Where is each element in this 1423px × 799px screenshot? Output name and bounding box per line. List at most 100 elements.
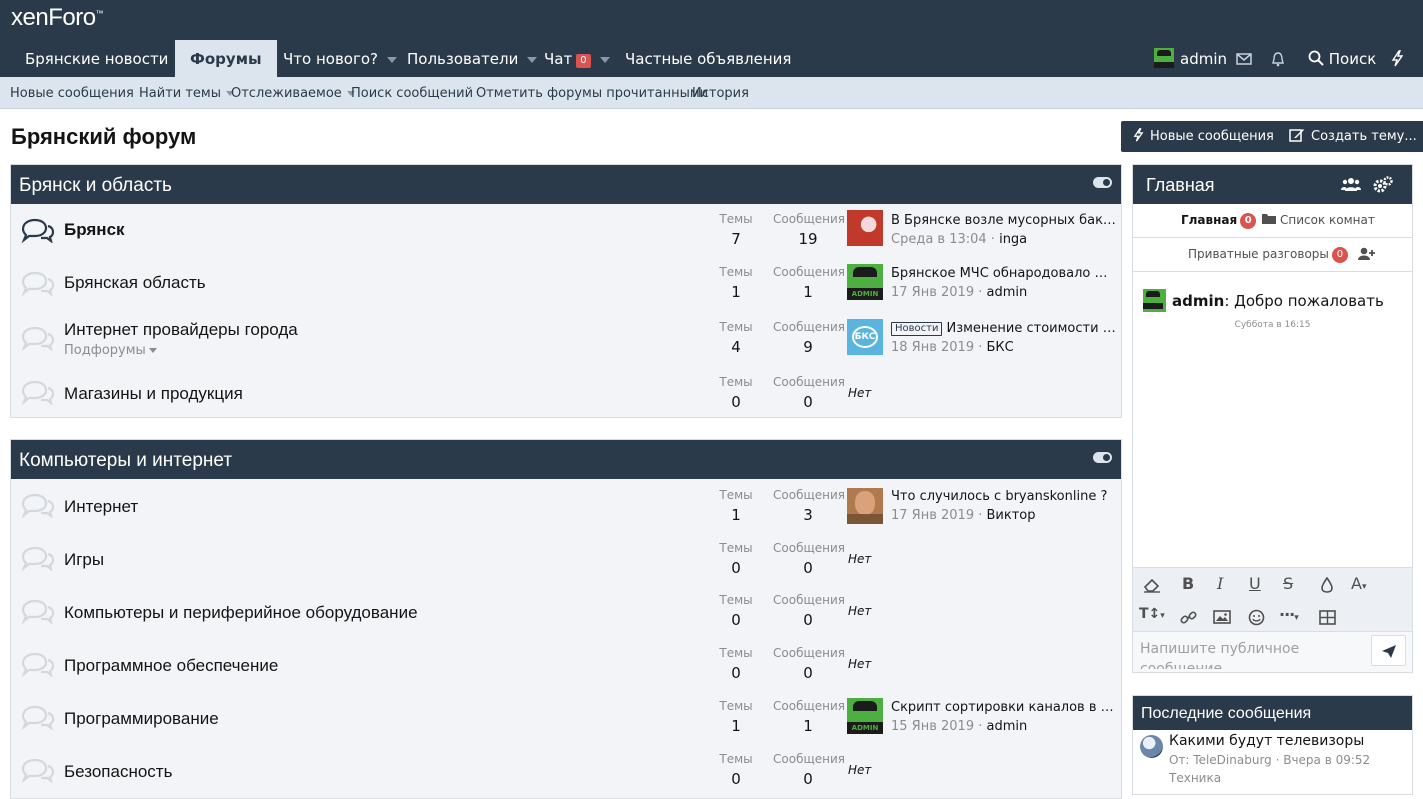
last-post-user[interactable]: inga: [999, 232, 1027, 247]
latest-post-forum[interactable]: Техника: [1169, 771, 1221, 785]
eraser-icon[interactable]: [1143, 577, 1161, 593]
collapse-toggle[interactable]: [1093, 177, 1112, 188]
table-icon[interactable]: [1319, 610, 1336, 625]
forum-title[interactable]: Магазины и продукция: [64, 384, 243, 404]
messages-count: 3: [803, 506, 813, 524]
last-post-title[interactable]: Скрипт сортировки каналов в авто...: [891, 700, 1117, 715]
chevron-down-icon[interactable]: [599, 56, 610, 63]
last-post-user[interactable]: admin: [987, 285, 1028, 300]
latest-post-title[interactable]: Какими будут телевизоры: [1169, 733, 1364, 749]
last-post-title[interactable]: Брянское МЧС обнародовало мест...: [891, 266, 1117, 281]
forum-read-icon: [21, 652, 55, 677]
more-options-icon[interactable]: ···▾: [1279, 605, 1299, 624]
thread-prefix[interactable]: Новости: [891, 322, 943, 336]
tab-main[interactable]: Главная 0: [1181, 213, 1257, 229]
settings-icon[interactable]: [1373, 176, 1393, 193]
search-button[interactable]: Поиск: [1308, 40, 1376, 77]
forum-node[interactable]: Магазины и продукция Темы 0 Сообщения 0 …: [11, 366, 1121, 419]
avatar[interactable]: [847, 488, 883, 524]
subnav-find-threads[interactable]: Найти темы: [139, 77, 234, 110]
inbox-icon[interactable]: [1236, 40, 1252, 77]
subnav-watched[interactable]: Отслеживаемое: [231, 77, 355, 110]
new-posts-button[interactable]: Новые сообщения: [1121, 121, 1286, 152]
forum-node[interactable]: Программное обеспечение Темы 0 Сообщения…: [11, 638, 1121, 691]
avatar[interactable]: ADMIN: [847, 264, 883, 300]
font-size-icon[interactable]: A▾: [1351, 574, 1366, 593]
nav-item-whats-new[interactable]: Что нового?: [283, 40, 397, 77]
last-post-user[interactable]: admin: [987, 719, 1028, 734]
forum-title[interactable]: Компьютеры и периферийное оборудование: [64, 603, 418, 623]
forum-title[interactable]: Интернет провайдеры города: [64, 320, 298, 340]
forum-node[interactable]: Компьютеры и периферийное оборудование Т…: [11, 585, 1121, 638]
unread-badge: 0: [1331, 247, 1348, 263]
subforums-toggle[interactable]: Подфорумы: [64, 343, 157, 358]
nav-item-classifieds[interactable]: Частные объявления: [625, 40, 791, 77]
nav-item-forums[interactable]: Форумы: [175, 40, 277, 77]
forum-title[interactable]: Безопасность: [64, 762, 172, 782]
forum-node[interactable]: Программирование Темы 1 Сообщения 1 ADMI…: [11, 691, 1121, 744]
threads-label: Темы: [719, 699, 753, 713]
send-button[interactable]: [1371, 635, 1406, 666]
forum-node[interactable]: Брянск Темы 7 Сообщения 19 В Брянске воз…: [11, 204, 1121, 257]
avatar[interactable]: [1140, 735, 1163, 758]
forum-node[interactable]: Безопасность Темы 0 Сообщения 0 Нет: [11, 744, 1121, 797]
avatar[interactable]: ADMIN: [847, 698, 883, 734]
subnav-new-posts[interactable]: Новые сообщения: [10, 77, 134, 110]
avatar[interactable]: БКС: [847, 319, 883, 355]
last-post-title[interactable]: Что случилось с bryanskonline ?: [891, 489, 1117, 504]
last-post-user[interactable]: БКС: [987, 340, 1014, 355]
forum-node[interactable]: Интернет Темы 1 Сообщения 3 Что случилос…: [11, 479, 1121, 532]
chevron-down-icon[interactable]: [387, 56, 397, 63]
bold-icon[interactable]: B: [1182, 574, 1194, 593]
link-icon[interactable]: [1180, 609, 1197, 626]
last-post-date[interactable]: Среда в 13:04: [891, 232, 987, 247]
forum-title[interactable]: Интернет: [64, 497, 138, 517]
last-post-title[interactable]: НовостиИзменение стоимости услу...: [891, 321, 1117, 336]
last-post-date[interactable]: 18 Янв 2019: [891, 340, 974, 355]
forum-title[interactable]: Игры: [64, 550, 104, 570]
users-icon[interactable]: [1341, 177, 1361, 192]
forum-title[interactable]: Брянская область: [64, 273, 206, 293]
forum-title[interactable]: Брянск: [64, 220, 125, 240]
bell-icon[interactable]: [1270, 40, 1286, 77]
smiley-icon[interactable]: [1248, 609, 1265, 626]
subnav-search-posts[interactable]: Поиск сообщений: [351, 77, 473, 110]
italic-icon[interactable]: I: [1217, 574, 1223, 593]
nav-item-members[interactable]: Пользователи: [407, 40, 538, 77]
color-drop-icon[interactable]: [1321, 577, 1333, 593]
forum-node[interactable]: Брянская область Темы 1 Сообщения 1 ADMI…: [11, 257, 1121, 310]
subnav-history[interactable]: История: [692, 77, 749, 110]
chevron-down-icon[interactable]: [527, 56, 538, 63]
create-thread-button[interactable]: Создать тему...: [1277, 121, 1423, 152]
last-post-title[interactable]: В Брянске возле мусорных баков у...: [891, 213, 1117, 228]
last-post-date[interactable]: 17 Янв 2019: [891, 285, 974, 300]
last-post-user[interactable]: Виктор: [987, 508, 1036, 523]
subnav-mark-read[interactable]: Отметить форумы прочитанными: [476, 77, 708, 110]
add-user-icon[interactable]: [1357, 247, 1375, 260]
chat-message-user[interactable]: admin: [1172, 292, 1224, 310]
user-menu[interactable]: admin: [1154, 40, 1227, 77]
forum-title[interactable]: Программирование: [64, 709, 219, 729]
image-icon[interactable]: [1213, 610, 1231, 624]
bolt-icon[interactable]: [1391, 40, 1404, 77]
site-logo[interactable]: xenForo™: [11, 4, 104, 32]
category-header[interactable]: Компьютеры и интернет: [11, 440, 1121, 479]
nav-item-chat[interactable]: Чат 0: [544, 40, 610, 77]
main-nav: Брянские новости Форумы Что нового? Поль…: [0, 40, 1423, 77]
avatar[interactable]: [1143, 289, 1166, 312]
tab-room-list[interactable]: Список комнат: [1262, 213, 1375, 227]
last-post-date[interactable]: 17 Янв 2019: [891, 508, 974, 523]
tab-private[interactable]: Приватные разговоры 0: [1188, 247, 1375, 263]
text-size-icon[interactable]: T↕▾: [1139, 606, 1165, 622]
forum-node[interactable]: Интернет провайдеры города Подфорумы Тем…: [11, 310, 1121, 366]
collapse-toggle[interactable]: [1093, 452, 1112, 463]
forum-title[interactable]: Программное обеспечение: [64, 656, 278, 676]
underline-icon[interactable]: U: [1249, 574, 1261, 593]
last-post-date[interactable]: 15 Янв 2019: [891, 719, 974, 734]
forum-node[interactable]: Игры Темы 0 Сообщения 0 Нет: [11, 532, 1121, 585]
avatar[interactable]: [847, 210, 883, 246]
strikethrough-icon[interactable]: S: [1283, 574, 1293, 593]
nav-item-news[interactable]: Брянские новости: [25, 40, 188, 77]
chat-message-input[interactable]: Напишите публичное сообщение: [1140, 639, 1370, 669]
category-header[interactable]: Брянск и область: [11, 165, 1121, 204]
